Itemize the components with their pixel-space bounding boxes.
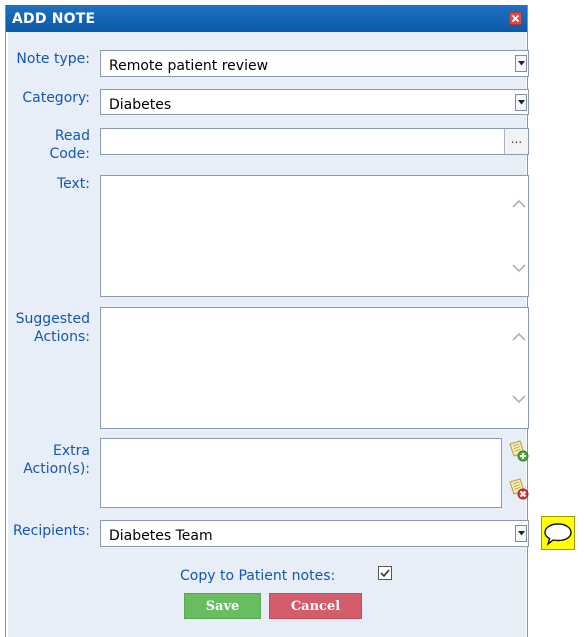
- chevron-down-icon[interactable]: [515, 525, 527, 542]
- close-icon[interactable]: [509, 12, 522, 25]
- scroll-down-icon[interactable]: [510, 258, 528, 276]
- read-code-label: Read Code:: [14, 127, 90, 163]
- category-label: Category:: [22, 90, 90, 106]
- scroll-up-icon[interactable]: [510, 329, 528, 347]
- chevron-down-icon[interactable]: [515, 94, 527, 111]
- note-form: Note type: Remote patient review Categor…: [6, 32, 529, 637]
- scroll-up-icon[interactable]: [510, 196, 528, 214]
- dialog-title: ADD NOTE: [12, 11, 96, 27]
- category-select[interactable]: Diabetes: [100, 89, 529, 115]
- scroll-down-icon[interactable]: [510, 389, 528, 407]
- read-code-browse-button[interactable]: ...: [504, 129, 528, 154]
- recipients-value: Diabetes Team: [109, 528, 213, 544]
- note-type-label: Note type:: [16, 51, 90, 67]
- suggested-actions-label-line1: Suggested: [15, 311, 90, 327]
- read-code-input[interactable]: ...: [100, 128, 529, 155]
- read-code-label-line2: Code:: [49, 146, 90, 162]
- recipients-label: Recipients:: [12, 523, 90, 539]
- category-value: Diabetes: [109, 97, 172, 113]
- text-label: Text:: [56, 176, 90, 192]
- remove-document-icon[interactable]: [507, 478, 529, 500]
- add-note-dialog: ADD NOTE Note type: Remote patient revie…: [5, 5, 529, 637]
- extra-actions-label-line1: Extra: [53, 443, 90, 459]
- chevron-down-icon[interactable]: [515, 55, 527, 72]
- suggested-actions-area[interactable]: [100, 307, 529, 429]
- read-code-label-line1: Read: [54, 128, 90, 144]
- extra-actions-list[interactable]: [100, 438, 502, 508]
- suggested-actions-label-line2: Actions:: [34, 329, 90, 345]
- copy-to-patient-notes-checkbox[interactable]: [378, 566, 392, 580]
- copy-to-patient-notes-label: Copy to Patient notes:: [180, 568, 336, 584]
- note-type-value: Remote patient review: [109, 58, 269, 74]
- cancel-button[interactable]: Cancel: [269, 593, 362, 619]
- recipients-select[interactable]: Diabetes Team: [100, 520, 529, 547]
- text-area[interactable]: [100, 175, 529, 297]
- note-type-select[interactable]: Remote patient review: [100, 50, 529, 77]
- dialog-titlebar: ADD NOTE: [6, 5, 527, 32]
- suggested-actions-label: Suggested Actions:: [14, 310, 90, 346]
- extra-actions-label: Extra Action(s):: [14, 442, 90, 478]
- add-document-icon[interactable]: [507, 440, 529, 462]
- save-button[interactable]: Save: [184, 593, 261, 619]
- extra-actions-label-line2: Action(s):: [23, 461, 90, 477]
- speech-bubble-icon[interactable]: [541, 516, 575, 550]
